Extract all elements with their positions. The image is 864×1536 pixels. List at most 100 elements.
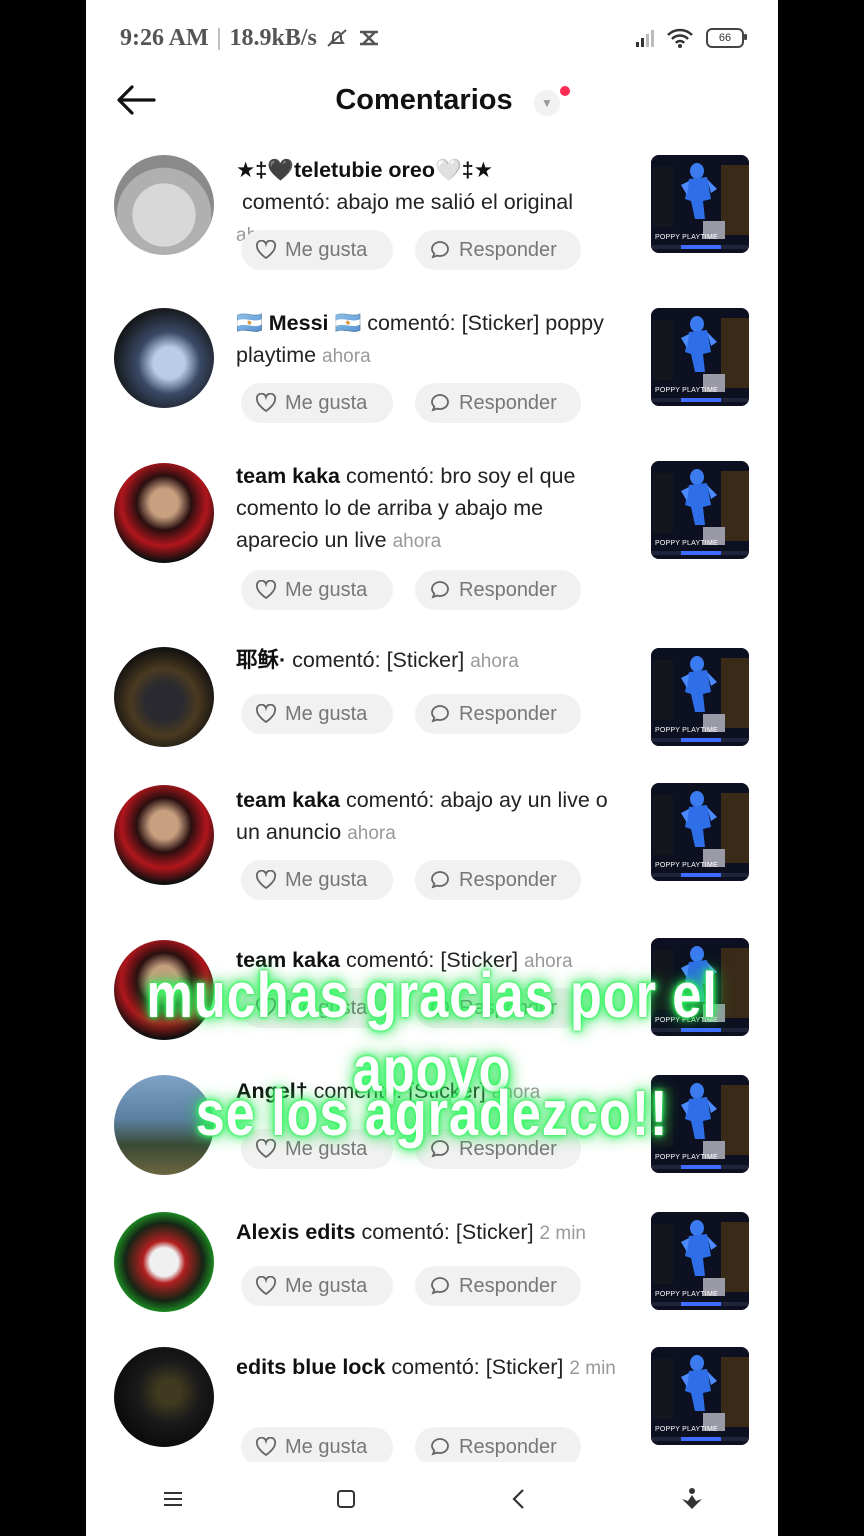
comment-actions: Me gusta Responder bbox=[241, 860, 581, 900]
wifi-icon bbox=[667, 28, 693, 48]
system-nav-bar bbox=[86, 1462, 778, 1536]
reply-button[interactable]: Responder bbox=[415, 570, 581, 610]
like-label: Me gusta bbox=[285, 238, 368, 261]
comment-verb: comentó: bbox=[340, 788, 441, 812]
like-button[interactable]: Me gusta bbox=[241, 1266, 393, 1306]
signal-icon bbox=[636, 29, 654, 47]
comment-username[interactable]: Alexis edits bbox=[236, 1220, 356, 1244]
menu-button[interactable] bbox=[153, 1479, 193, 1519]
avatar[interactable] bbox=[114, 155, 214, 255]
comment-verb: comentó: bbox=[340, 464, 441, 488]
capcut-icon bbox=[359, 30, 378, 46]
page-title-text: Comentarios bbox=[335, 84, 513, 116]
like-button[interactable]: Me gusta bbox=[241, 694, 393, 734]
chat-bubble-icon bbox=[431, 241, 449, 259]
comment-actions: Me gusta Responder bbox=[241, 1266, 581, 1306]
status-right: 66 bbox=[636, 27, 747, 49]
comment-username[interactable]: 耶稣· bbox=[236, 648, 286, 672]
comment-time: ahora bbox=[347, 823, 396, 844]
thumbnail-caption: POPPY PLAYTIME bbox=[655, 1426, 718, 1433]
reply-button[interactable]: Responder bbox=[415, 1266, 581, 1306]
comment-verb: comentó: bbox=[286, 648, 387, 672]
like-label: Me gusta bbox=[285, 868, 368, 891]
like-button[interactable]: Me gusta bbox=[241, 860, 393, 900]
network-speed: 18.9kB/s bbox=[229, 24, 317, 51]
like-label: Me gusta bbox=[285, 391, 368, 414]
thumbnail-caption: POPPY PLAYTIME bbox=[655, 234, 718, 241]
phone-screen: 9:26 AM | 18.9kB/s 66 Comentarios ▼ ★‡🖤t… bbox=[86, 0, 778, 1536]
like-label: Me gusta bbox=[285, 1435, 368, 1458]
reply-label: Responder bbox=[459, 702, 557, 725]
video-thumbnail[interactable]: POPPY PLAYTIME bbox=[651, 155, 749, 253]
video-thumbnail[interactable]: POPPY PLAYTIME bbox=[651, 1212, 749, 1310]
comment-username[interactable]: team kaka bbox=[236, 788, 340, 812]
video-thumbnail[interactable]: POPPY PLAYTIME bbox=[651, 783, 749, 881]
heart-icon bbox=[255, 393, 277, 413]
reply-button[interactable]: Responder bbox=[415, 230, 581, 270]
battery-level: 66 bbox=[718, 32, 732, 44]
reply-button[interactable]: Responder bbox=[415, 860, 581, 900]
comment-username[interactable]: ★‡🖤teletubie oreo🤍‡★ bbox=[236, 158, 493, 182]
reply-button[interactable]: Responder bbox=[415, 694, 581, 734]
filter-dropdown[interactable]: ▼ bbox=[534, 90, 560, 116]
notification-dot bbox=[560, 86, 570, 96]
comment-username[interactable]: edits blue lock bbox=[236, 1355, 385, 1379]
status-left: 9:26 AM | 18.9kB/s bbox=[120, 25, 381, 52]
thumbnail-caption: POPPY PLAYTIME bbox=[655, 387, 718, 394]
like-label: Me gusta bbox=[285, 578, 368, 601]
like-button[interactable]: Me gusta bbox=[241, 1427, 393, 1467]
like-button[interactable]: Me gusta bbox=[241, 383, 393, 423]
status-bar: 9:26 AM | 18.9kB/s 66 bbox=[86, 0, 778, 76]
avatar[interactable] bbox=[114, 1212, 214, 1312]
comment-username[interactable]: team kaka bbox=[236, 464, 340, 488]
chat-bubble-icon bbox=[431, 705, 449, 723]
avatar[interactable] bbox=[114, 1347, 214, 1447]
assistant-icon bbox=[681, 1488, 702, 1509]
reply-label: Responder bbox=[459, 1274, 557, 1297]
video-thumbnail[interactable]: POPPY PLAYTIME bbox=[651, 461, 749, 559]
status-separator: | bbox=[216, 24, 222, 51]
comment-text: 🇦🇷 Messi 🇦🇷 comentó: [Sticker] poppy pla… bbox=[236, 307, 626, 373]
comment-text: edits blue lock comentó: [Sticker] 2 min bbox=[236, 1351, 626, 1385]
comment-verb: comentó: bbox=[355, 1220, 456, 1244]
comment-username[interactable]: 🇦🇷 Messi 🇦🇷 bbox=[236, 311, 361, 335]
thumbnail-caption: POPPY PLAYTIME bbox=[655, 862, 718, 869]
like-button[interactable]: Me gusta bbox=[241, 570, 393, 610]
reply-button[interactable]: Responder bbox=[415, 383, 581, 423]
avatar[interactable] bbox=[114, 785, 214, 885]
system-back-button[interactable] bbox=[499, 1479, 539, 1519]
comment-text: Alexis edits comentó: [Sticker] 2 min bbox=[236, 1216, 626, 1250]
reply-button[interactable]: Responder bbox=[415, 1427, 581, 1467]
like-label: Me gusta bbox=[285, 1274, 368, 1297]
comment-time: 2 min bbox=[539, 1223, 586, 1244]
comment-body: abajo me salió el original bbox=[336, 190, 574, 214]
like-button[interactable]: Me gusta bbox=[241, 230, 393, 270]
home-button[interactable] bbox=[326, 1479, 366, 1519]
video-thumbnail[interactable]: POPPY PLAYTIME bbox=[651, 308, 749, 406]
reply-label: Responder bbox=[459, 238, 557, 261]
comment-time: ahora bbox=[392, 531, 442, 552]
chat-bubble-icon bbox=[431, 871, 449, 889]
avatar[interactable] bbox=[114, 308, 214, 408]
header: Comentarios ▼ bbox=[86, 70, 778, 130]
heart-icon bbox=[255, 240, 277, 260]
heart-icon bbox=[255, 1276, 277, 1296]
chat-bubble-icon bbox=[431, 581, 449, 599]
avatar[interactable] bbox=[114, 647, 214, 747]
comment-time: ahora bbox=[322, 346, 371, 367]
video-thumbnail[interactable]: POPPY PLAYTIME bbox=[651, 1347, 749, 1445]
reply-label: Responder bbox=[459, 1435, 557, 1458]
back-chevron-icon bbox=[511, 1489, 524, 1509]
comment-time: ahora bbox=[470, 651, 519, 672]
video-thumbnail[interactable]: POPPY PLAYTIME bbox=[651, 648, 749, 746]
comment-actions: Me gusta Responder bbox=[241, 383, 581, 423]
avatar[interactable] bbox=[114, 463, 214, 563]
heart-icon bbox=[255, 580, 277, 600]
thumbnail-caption: POPPY PLAYTIME bbox=[655, 540, 718, 547]
comment-actions: Me gusta Responder bbox=[241, 230, 581, 270]
assistant-button[interactable] bbox=[672, 1479, 712, 1519]
chat-bubble-icon bbox=[431, 394, 449, 412]
comment-actions: Me gusta Responder bbox=[241, 570, 581, 610]
comment-text: 耶稣· comentó: [Sticker] ahora bbox=[236, 644, 626, 678]
chat-bubble-icon bbox=[431, 1277, 449, 1295]
